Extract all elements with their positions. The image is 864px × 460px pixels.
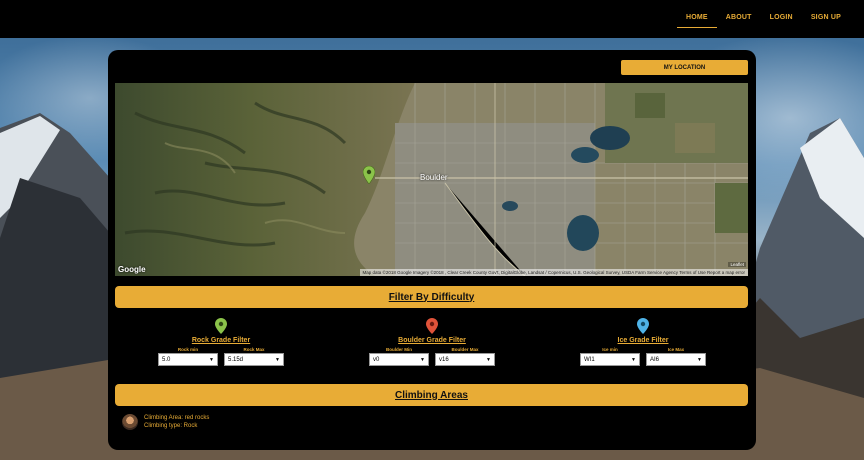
rock-min-label: Rock min [177,347,199,352]
boulder-filter: Boulder Grade Filter Boulder Min v0 ▼ Bo… [367,318,497,366]
chevron-down-icon: ▼ [275,356,280,363]
satellite-map[interactable]: Boulder Google Leaflet Map data ©2018 Go… [115,83,748,276]
map-attribution: Map data ©2018 Google Imagery ©2018 , Cl… [359,269,748,276]
nav-signup-link[interactable]: SIGN UP [802,10,850,28]
climbing-areas-button[interactable]: Climbing Areas [115,384,748,406]
top-navbar: HOME ABOUT LOGIN SIGN UP [0,0,864,38]
boulder-max-label: Boulder Max [451,347,479,352]
my-location-button[interactable]: MY LOCATION [621,60,748,75]
rock-max-select[interactable]: 5.15d ▼ [224,353,284,366]
rock-min-select[interactable]: 5.0 ▼ [158,353,218,366]
rock-filter-title[interactable]: Rock Grade Filter [156,337,286,344]
nav-login-link[interactable]: LOGIN [761,10,802,28]
nav-links: HOME ABOUT LOGIN SIGN UP [676,10,850,28]
boulder-min-value: v0 [373,356,380,363]
chevron-down-icon: ▼ [209,356,214,363]
map-pin-green-icon [215,318,227,334]
ice-filter: Ice Grade Filter Ice min WI1 ▼ Ice Max A… [578,318,708,366]
chevron-down-icon: ▼ [420,356,425,363]
boulder-filter-title[interactable]: Boulder Grade Filter [367,337,497,344]
ice-max-label: Ice Max [667,347,685,352]
list-item[interactable]: Climbing Area: red rocks Climbing type: … [122,414,209,430]
ice-filter-title[interactable]: Ice Grade Filter [578,337,708,344]
climbing-area-name: Climbing Area: red rocks [144,415,210,421]
rock-min-value: 5.0 [162,356,171,363]
avatar [122,414,138,430]
climbing-area-type: Climbing type: Rock [144,423,198,429]
main-panel: MY LOCATION Boulder Google Leaflet Map d… [108,50,756,450]
boulder-max-value: v16 [439,356,449,363]
map-marker-green-icon[interactable] [363,166,375,184]
map-city-label: Boulder [420,173,448,182]
ice-min-label: Ice min [602,347,618,352]
ice-max-select[interactable]: AI6 ▼ [646,353,706,366]
rock-filter: Rock Grade Filter Rock min 5.0 ▼ Rock Ma… [156,318,286,366]
nav-about-link[interactable]: ABOUT [717,10,761,28]
chevron-down-icon: ▼ [486,356,491,363]
rock-max-label: Rock Max [243,347,265,352]
boulder-max-select[interactable]: v16 ▼ [435,353,495,366]
nav-home-link[interactable]: HOME [676,10,717,28]
chevron-down-icon: ▼ [697,356,702,363]
chevron-down-icon: ▼ [631,356,636,363]
rock-max-value: 5.15d [228,356,244,363]
ice-min-select[interactable]: WI1 ▼ [580,353,640,366]
ice-min-value: WI1 [584,356,595,363]
leaflet-attribution[interactable]: Leaflet [728,262,746,267]
google-logo: Google [118,265,146,274]
filter-by-difficulty-button[interactable]: Filter By Difficulty [115,286,748,308]
boulder-min-select[interactable]: v0 ▼ [369,353,429,366]
map-pin-red-icon [426,318,438,334]
ice-max-value: AI6 [650,356,660,363]
boulder-min-label: Boulder Min [386,347,412,352]
map-pin-blue-icon [637,318,649,334]
